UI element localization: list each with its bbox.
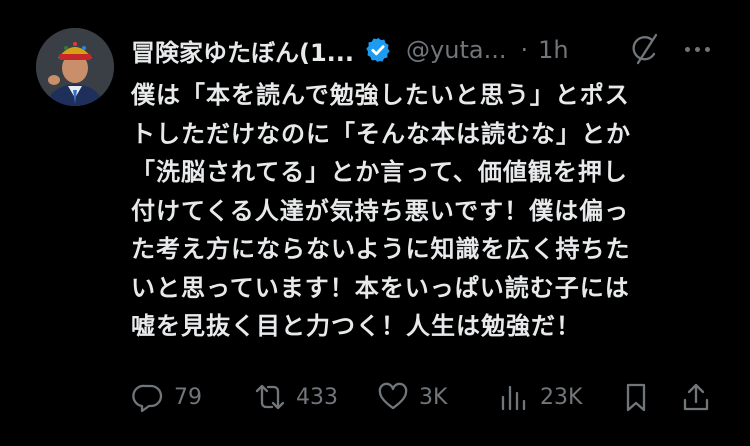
more-dot xyxy=(694,46,700,52)
reply-count: 79 xyxy=(174,384,202,410)
like-count: 3K xyxy=(419,384,448,410)
display-name[interactable]: 冒険家ゆたぼん(1... xyxy=(131,33,354,68)
tweet-text-line: トしただけなのに「そんな本は読むな」とか xyxy=(131,119,631,148)
views-icon xyxy=(501,385,526,411)
tweet-text-line: 僕は「本を読んで勉強したいと思う」とポス xyxy=(131,81,630,109)
repost-count: 433 xyxy=(296,384,338,410)
views-button[interactable]: 23K xyxy=(498,372,582,422)
action-bar: 79 433 3K 23K xyxy=(0,372,750,422)
bookmark-icon xyxy=(626,383,646,412)
grok-icon[interactable] xyxy=(630,32,660,66)
separator-dot: · xyxy=(520,36,529,64)
repost-button[interactable]: 433 xyxy=(254,372,338,422)
repost-icon xyxy=(255,384,285,410)
reply-icon xyxy=(132,384,163,413)
like-button[interactable]: 3K xyxy=(377,372,447,422)
tweet-text-line: 付けてくる人達が気持ち悪いです！僕は偏っ xyxy=(131,196,630,225)
handle[interactable]: @yuta... xyxy=(406,36,506,64)
tweet-text-line: た考え方にならないように知識を広く持ちた xyxy=(131,235,631,263)
more-icon[interactable] xyxy=(680,34,714,64)
avatar[interactable] xyxy=(36,28,114,106)
verified-badge-icon xyxy=(366,37,390,63)
tweet-text-line: いと思っています！本をいっぱい読む子には xyxy=(131,273,630,302)
more-dot xyxy=(704,46,710,52)
tweet-header: 冒険家ゆたぼん(1... @yuta... · 1h xyxy=(131,30,569,70)
tweet-text-line: 「洗脳されてる」とか言って、価値観を押し xyxy=(131,158,628,186)
tweet-text: 僕は「本を読んで勉強したいと思う」とポス トしただけなのに「そんな本は読むな」と… xyxy=(131,76,711,346)
tweet-text-line: 嘘を見抜く目と力つく！人生は勉強だ！ xyxy=(131,312,581,340)
views-count: 23K xyxy=(540,384,583,410)
like-icon xyxy=(378,382,408,410)
timestamp[interactable]: 1h xyxy=(538,36,568,64)
reply-button[interactable]: 79 xyxy=(132,372,202,422)
share-icon xyxy=(683,383,709,411)
more-dot xyxy=(684,46,690,52)
bookmark-button[interactable] xyxy=(620,372,652,422)
share-button[interactable] xyxy=(680,372,712,422)
tweet: 冒険家ゆたぼん(1... @yuta... · 1h 僕は「本を読んで勉強したい… xyxy=(0,0,750,446)
